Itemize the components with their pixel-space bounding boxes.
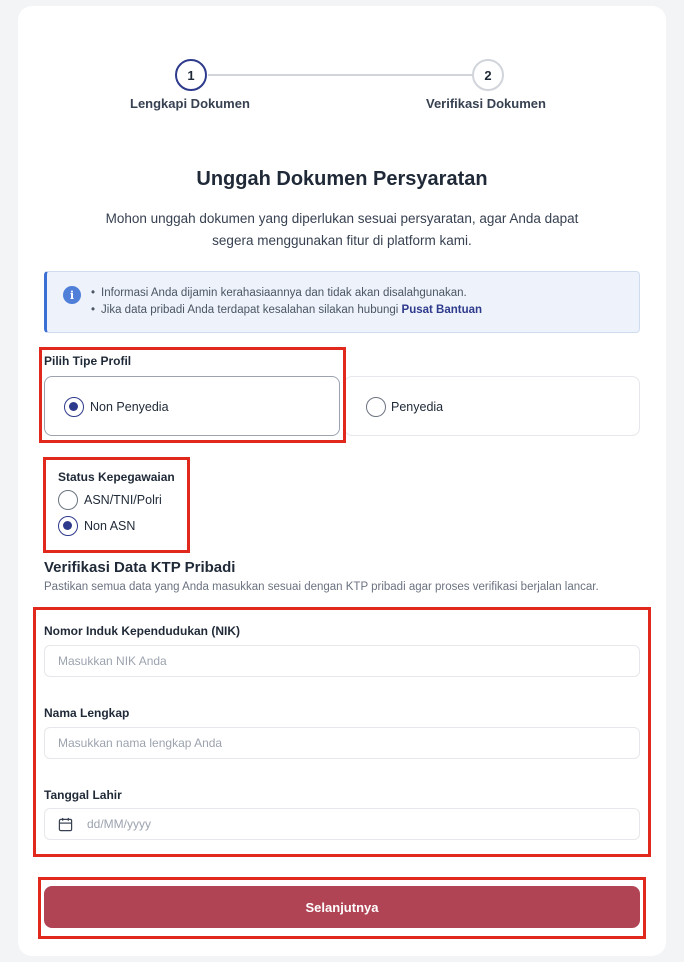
help-center-link[interactable]: Pusat Bantuan bbox=[402, 304, 483, 316]
birth-date-input[interactable] bbox=[44, 808, 640, 840]
radio-non-asn[interactable] bbox=[58, 516, 78, 536]
info-line-1-text: Informasi Anda dijamin kerahasiaannya da… bbox=[101, 287, 467, 299]
employment-status-label: Status Kepegawaian bbox=[58, 470, 175, 484]
step-2-label: Verifikasi Dokumen bbox=[426, 96, 546, 111]
step-1-indicator: 1 bbox=[175, 59, 207, 91]
full-name-input[interactable] bbox=[44, 727, 640, 759]
stepper-connector bbox=[208, 74, 472, 76]
info-line-1: • Informasi Anda dijamin kerahasiaannya d… bbox=[91, 287, 467, 299]
radio-penyedia-label: Penyedia bbox=[391, 400, 444, 414]
radio-non-penyedia[interactable] bbox=[64, 397, 84, 417]
ktp-section-title: Verifikasi Data KTP Pribadi bbox=[44, 559, 236, 576]
radio-penyedia[interactable] bbox=[366, 397, 386, 417]
nik-input[interactable] bbox=[44, 645, 640, 677]
calendar-icon[interactable] bbox=[58, 817, 73, 832]
profile-option-penyedia[interactable]: Penyedia bbox=[344, 376, 640, 436]
nik-label: Nomor Induk Kependudukan (NIK) bbox=[44, 624, 240, 638]
ktp-section-description: Pastikan semua data yang Anda masukkan s… bbox=[44, 581, 599, 593]
radio-asn[interactable] bbox=[58, 490, 78, 510]
page-title: Unggah Dokumen Persyaratan bbox=[196, 168, 488, 190]
info-line-2: • Jika data pribadi Anda terdapat kesalah… bbox=[91, 304, 483, 316]
info-line-2-text: Jika data pribadi Anda terdapat kesalaha… bbox=[101, 304, 399, 316]
profile-option-non-penyedia[interactable]: Non Penyedia bbox=[44, 376, 340, 436]
info-icon: i bbox=[63, 286, 81, 304]
step-1-label: Lengkapi Dokumen bbox=[130, 96, 250, 111]
step-2-indicator: 2 bbox=[472, 59, 504, 91]
info-banner: i • Informasi Anda dijamin kerahasiaannya… bbox=[44, 271, 640, 333]
radio-non-asn-label: Non ASN bbox=[84, 519, 136, 533]
birth-date-label: Tanggal Lahir bbox=[44, 788, 122, 802]
page-description: Mohon unggah dokumen yang diperlukan ses… bbox=[105, 211, 579, 248]
next-button[interactable]: Selanjutnya bbox=[44, 886, 640, 928]
radio-non-penyedia-label: Non Penyedia bbox=[90, 400, 169, 414]
radio-asn-label: ASN/TNI/Polri bbox=[84, 493, 162, 507]
full-name-label: Nama Lengkap bbox=[44, 706, 130, 720]
profile-type-label: Pilih Tipe Profil bbox=[44, 354, 132, 368]
